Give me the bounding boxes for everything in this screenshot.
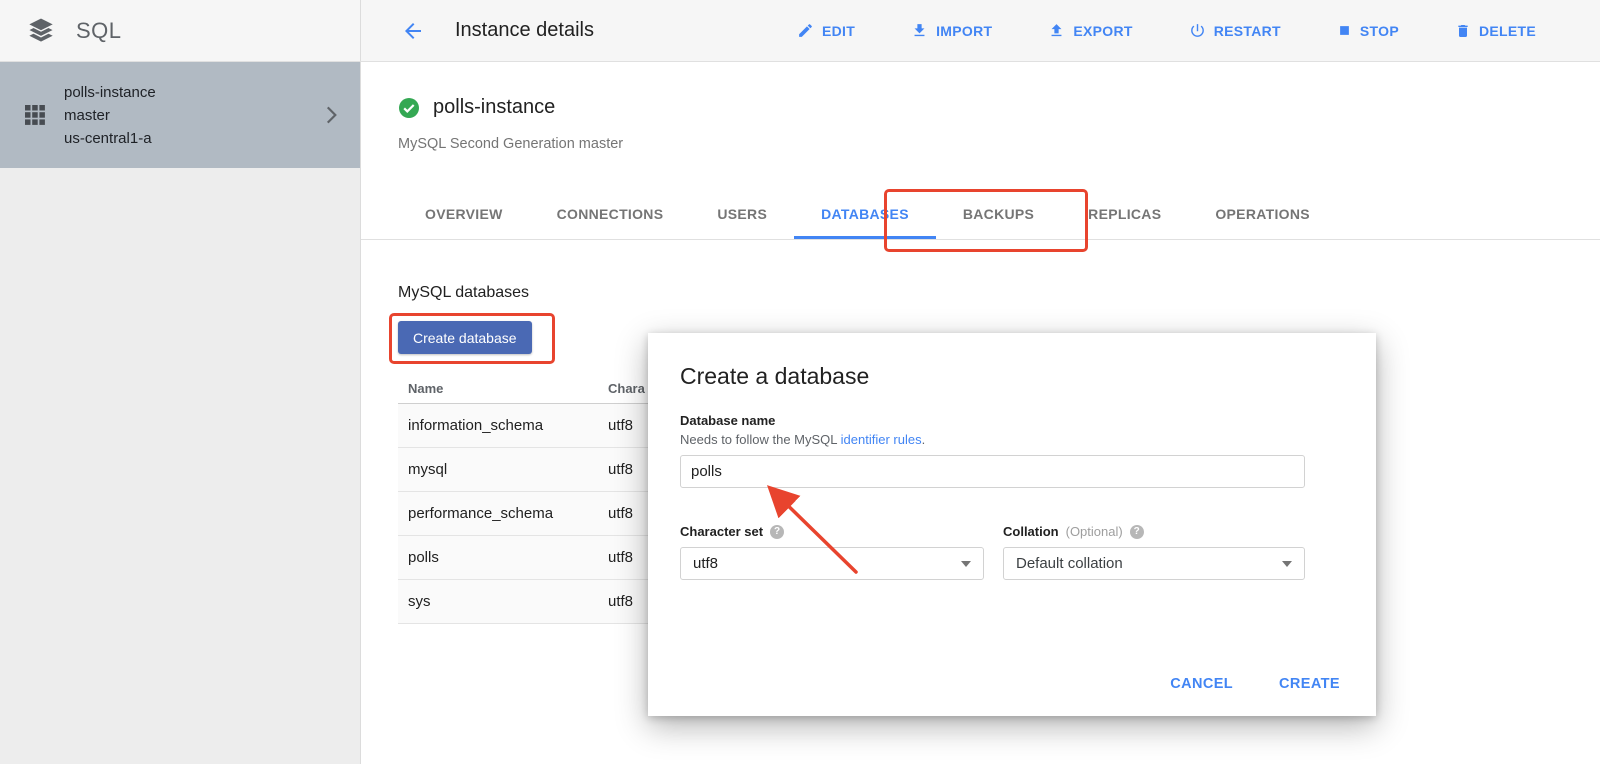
back-button[interactable]	[401, 19, 425, 43]
status-ok-check-icon	[398, 97, 420, 119]
db-name-cell: mysql	[398, 461, 608, 478]
db-name-cell: sys	[398, 593, 608, 610]
collation-label-row: Collation (Optional) ?	[1003, 524, 1144, 539]
chevron-down-icon	[1282, 561, 1292, 567]
instance-summary-zone: us-central1-a	[64, 127, 318, 150]
import-icon	[911, 22, 928, 39]
cloud-sql-logo-icon	[24, 15, 58, 47]
charset-select[interactable]: utf8	[680, 547, 984, 580]
column-header-name: Name	[398, 381, 608, 396]
instance-subtitle: MySQL Second Generation master	[398, 136, 623, 152]
header: Instance details EDIT IMPORT EXPORT	[361, 0, 1600, 61]
section-heading: MySQL databases	[398, 284, 529, 302]
top-bar: SQL Instance details EDIT IMPORT	[0, 0, 1600, 62]
collation-select[interactable]: Default collation	[1003, 547, 1305, 580]
tab-databases[interactable]: DATABASES	[794, 188, 936, 239]
tab-users[interactable]: USERS	[690, 188, 794, 239]
chevron-down-icon	[961, 561, 971, 567]
create-button[interactable]: CREATE	[1279, 676, 1340, 692]
tab-operations[interactable]: OPERATIONS	[1188, 188, 1337, 239]
help-text-suffix: .	[922, 432, 926, 447]
collation-label: Collation	[1003, 524, 1059, 539]
tab-backups[interactable]: BACKUPS	[936, 188, 1061, 239]
instance-summary-role: master	[64, 104, 318, 127]
delete-label: DELETE	[1479, 23, 1536, 39]
tab-overview[interactable]: OVERVIEW	[398, 188, 530, 239]
charset-label-row: Character set ?	[680, 524, 784, 539]
charset-selected-value: utf8	[693, 555, 718, 572]
export-label: EXPORT	[1073, 23, 1132, 39]
db-name-cell: polls	[398, 549, 608, 566]
collation-help-icon[interactable]: ?	[1130, 525, 1144, 539]
instance-summary-name: polls-instance	[64, 81, 318, 104]
help-text-prefix: Needs to follow the MySQL	[680, 432, 841, 447]
identifier-rules-link[interactable]: identifier rules	[841, 432, 922, 447]
db-name-cell: information_schema	[398, 417, 608, 434]
charset-help-icon[interactable]: ?	[770, 525, 784, 539]
create-database-button[interactable]: Create database	[398, 321, 532, 354]
header-actions: EDIT IMPORT EXPORT RESTART	[797, 22, 1536, 39]
tab-connections[interactable]: CONNECTIONS	[530, 188, 691, 239]
cancel-button[interactable]: CANCEL	[1170, 676, 1233, 692]
database-name-input[interactable]	[680, 455, 1305, 488]
collation-selected-value: Default collation	[1016, 555, 1123, 572]
pencil-icon	[797, 22, 814, 39]
import-label: IMPORT	[936, 23, 992, 39]
edit-label: EDIT	[822, 23, 855, 39]
collation-optional-note: (Optional)	[1066, 524, 1123, 539]
sidebar: polls-instance master us-central1-a	[0, 62, 361, 764]
product-logo-area: SQL	[0, 0, 361, 61]
instance-header: polls-instance	[398, 96, 555, 119]
trash-icon	[1455, 23, 1471, 39]
tab-bar: OVERVIEW CONNECTIONS USERS DATABASES BAC…	[361, 188, 1600, 240]
create-database-dialog: Create a database Database name Needs to…	[648, 333, 1376, 716]
dialog-title: Create a database	[680, 363, 869, 390]
export-icon	[1048, 22, 1065, 39]
stop-button[interactable]: STOP	[1337, 23, 1399, 39]
power-icon	[1189, 22, 1206, 39]
edit-button[interactable]: EDIT	[797, 22, 855, 39]
chevron-right-icon[interactable]	[318, 102, 344, 128]
import-button[interactable]: IMPORT	[911, 22, 992, 39]
db-name-cell: performance_schema	[398, 505, 608, 522]
export-button[interactable]: EXPORT	[1048, 22, 1132, 39]
dialog-buttons: CANCEL CREATE	[1170, 676, 1340, 692]
database-name-label: Database name	[680, 413, 775, 428]
sidebar-item-instance[interactable]: polls-instance master us-central1-a	[0, 62, 360, 168]
instance-grid-icon	[24, 104, 46, 126]
restart-button[interactable]: RESTART	[1189, 22, 1281, 39]
page-title: Instance details	[455, 19, 594, 42]
delete-button[interactable]: DELETE	[1455, 23, 1536, 39]
tab-replicas[interactable]: REPLICAS	[1061, 188, 1188, 239]
instance-name: polls-instance	[433, 96, 555, 119]
restart-label: RESTART	[1214, 23, 1281, 39]
instance-summary: polls-instance master us-central1-a	[64, 81, 318, 150]
database-name-help: Needs to follow the MySQL identifier rul…	[680, 432, 925, 447]
charset-label: Character set	[680, 524, 763, 539]
stop-label: STOP	[1360, 23, 1399, 39]
stop-icon	[1337, 23, 1352, 38]
product-name: SQL	[76, 18, 122, 44]
